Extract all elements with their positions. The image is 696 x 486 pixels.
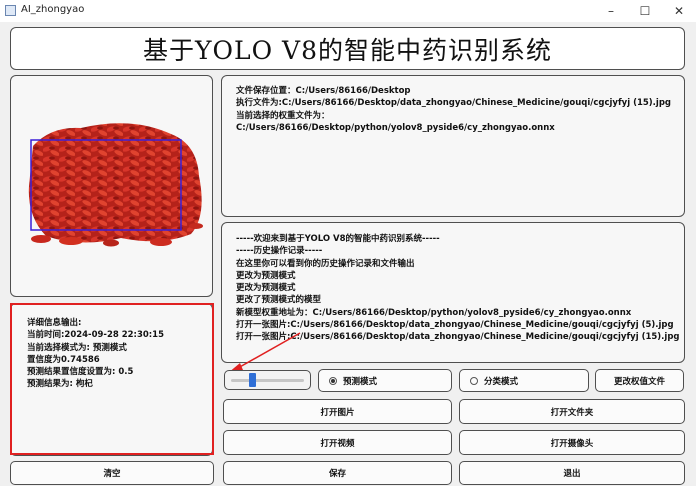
classify-mode-radio[interactable]: 分类模式 bbox=[459, 369, 589, 392]
predict-mode-label: 预测模式 bbox=[343, 376, 378, 387]
open-camera-button[interactable]: 打开摄像头 bbox=[459, 430, 685, 455]
exit-button[interactable]: 退出 bbox=[459, 461, 685, 485]
open-image-button[interactable]: 打开图片 bbox=[223, 399, 452, 424]
open-folder-button[interactable]: 打开文件夹 bbox=[459, 399, 685, 424]
slider-track bbox=[231, 379, 304, 382]
save-button[interactable]: 保存 bbox=[223, 461, 452, 485]
radio-selected-icon bbox=[329, 376, 337, 385]
classify-mode-label: 分类模式 bbox=[484, 376, 519, 387]
clear-button[interactable]: 清空 bbox=[10, 461, 214, 485]
open-video-button[interactable]: 打开视频 bbox=[223, 430, 452, 455]
radio-unselected-icon bbox=[470, 376, 478, 385]
predict-mode-radio[interactable]: 预测模式 bbox=[318, 369, 452, 392]
slider-handle[interactable] bbox=[248, 373, 256, 387]
confidence-slider[interactable] bbox=[224, 370, 311, 390]
change-weights-button[interactable]: 更改权值文件 bbox=[595, 369, 684, 392]
